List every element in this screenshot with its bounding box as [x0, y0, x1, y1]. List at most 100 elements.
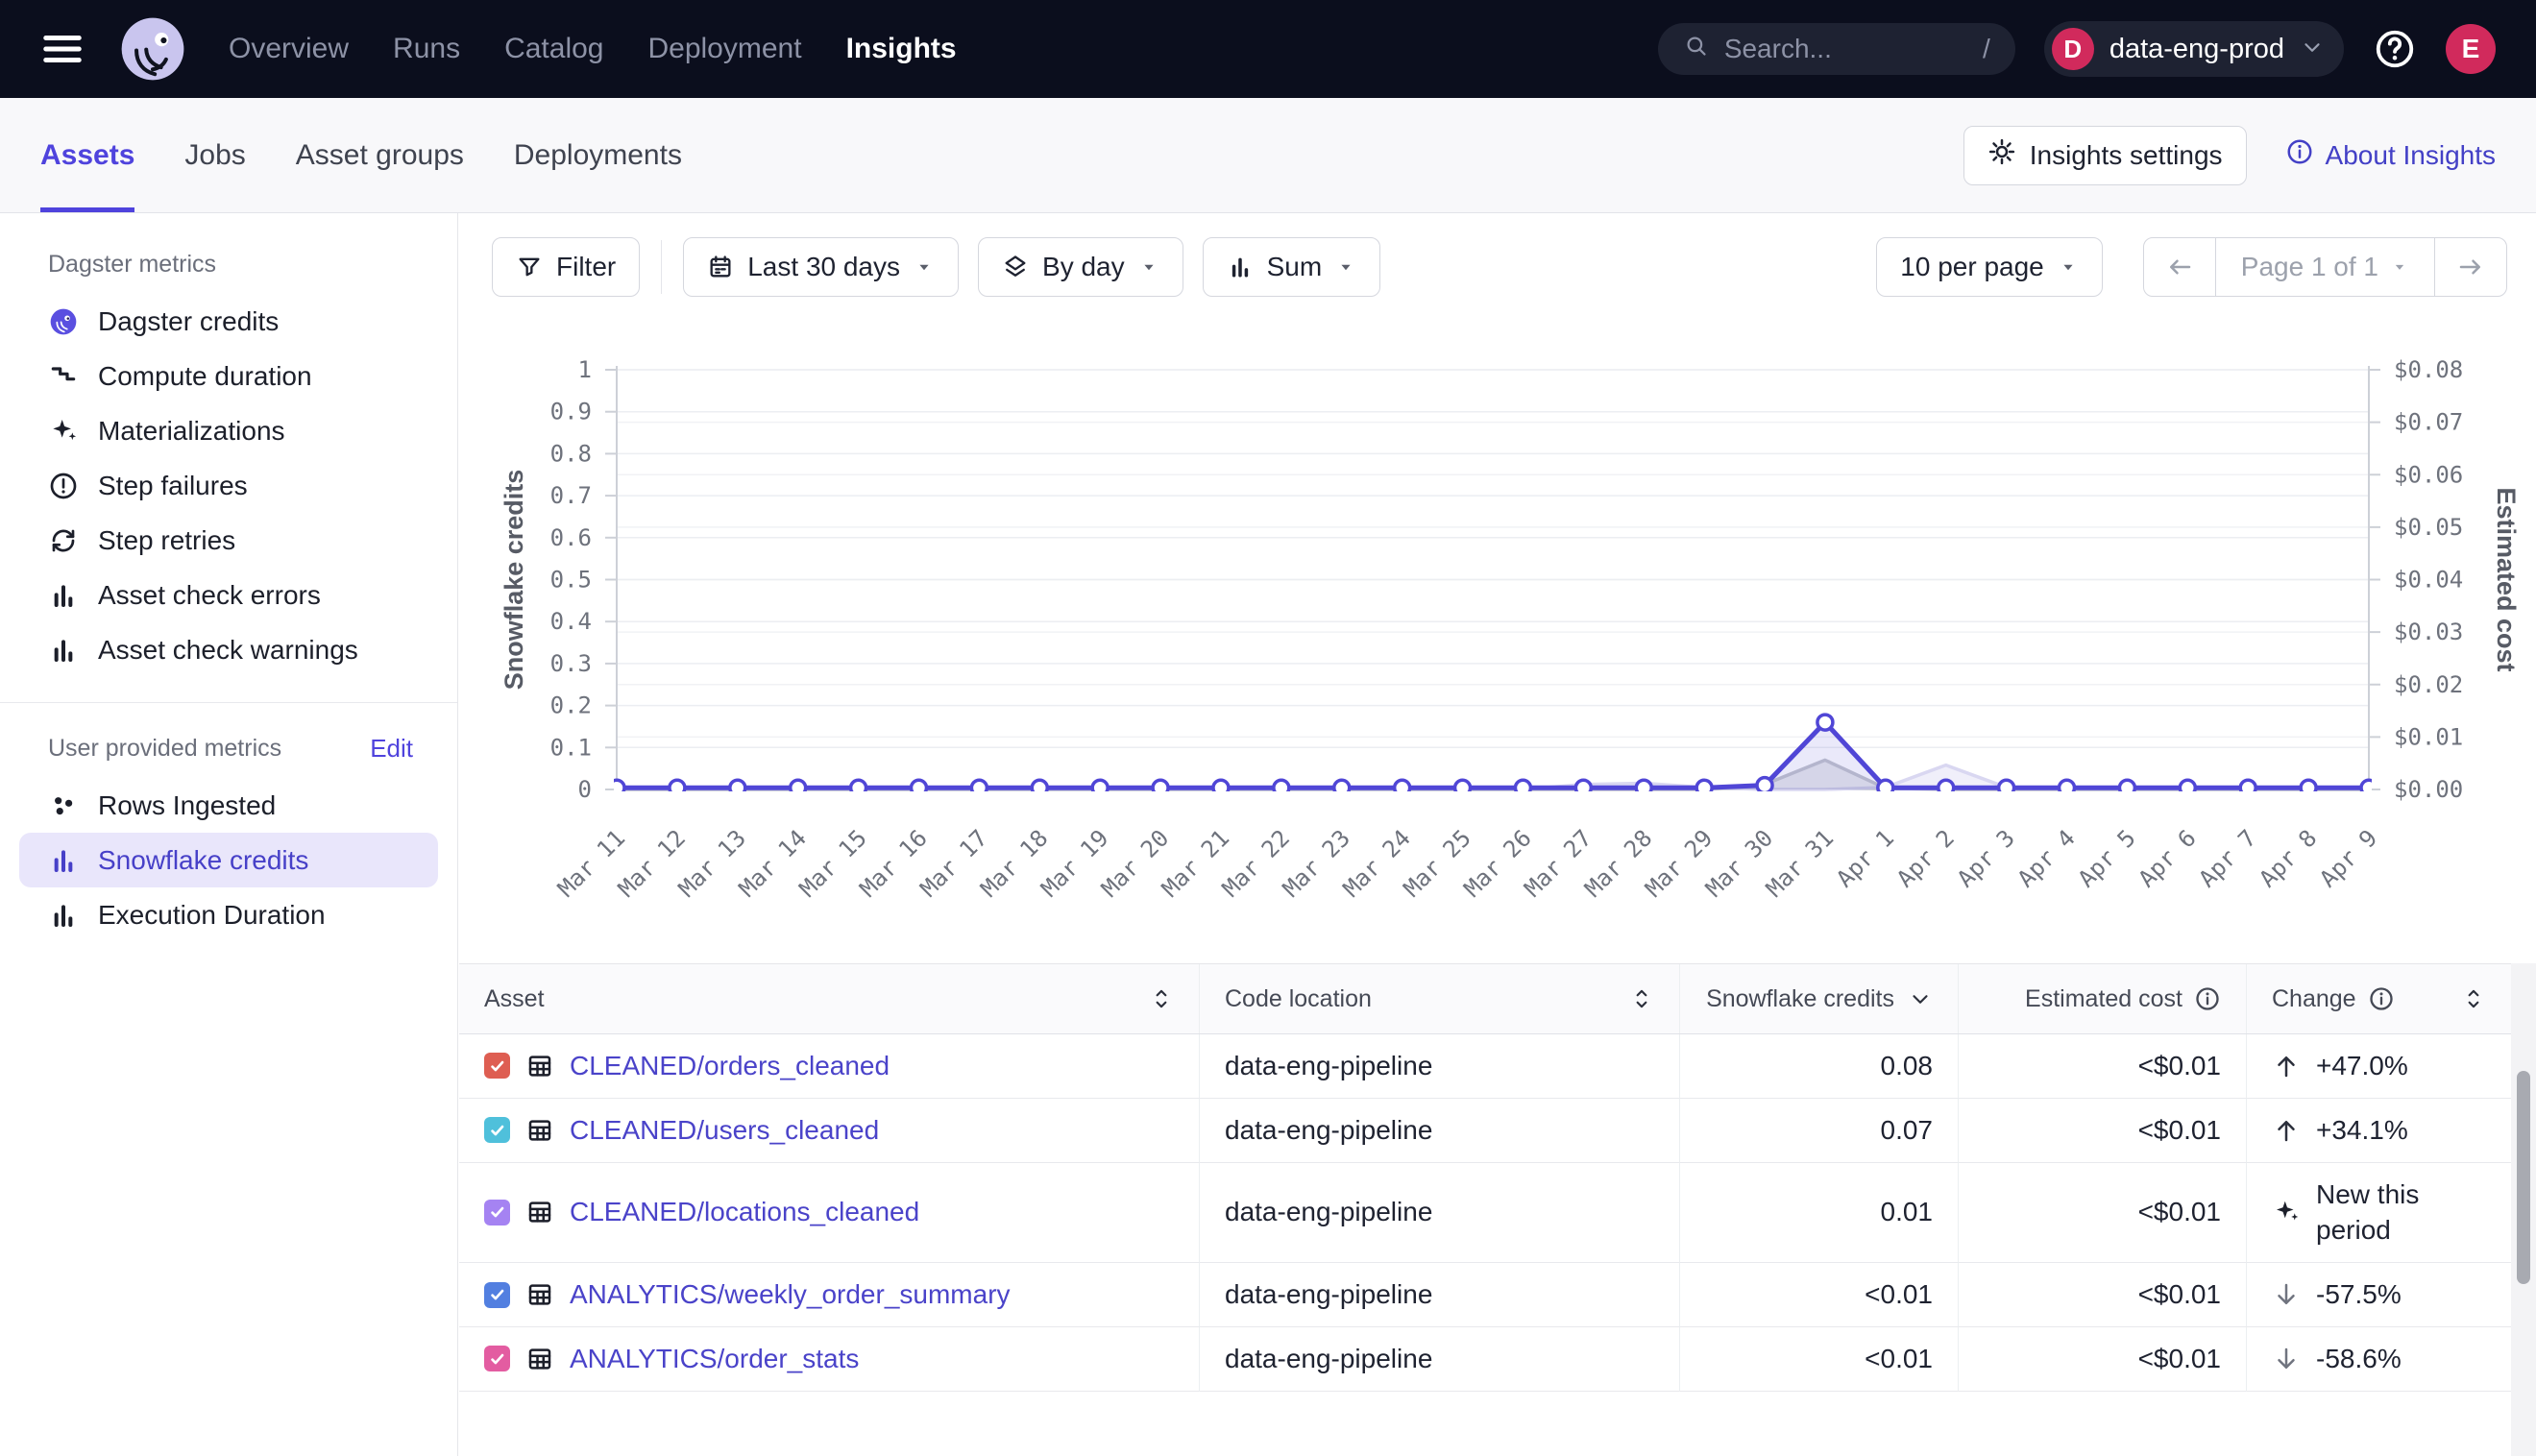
svg-text:Estimated cost: Estimated cost: [2492, 487, 2521, 671]
nav-item-overview[interactable]: Overview: [229, 33, 349, 65]
edit-metrics-link[interactable]: Edit: [370, 734, 413, 764]
svg-text:0.8: 0.8: [550, 440, 592, 467]
column-header-snowflake-credits[interactable]: Snowflake credits: [1679, 964, 1958, 1033]
column-header-code-location[interactable]: Code location: [1199, 964, 1679, 1033]
code-location-cell: data-eng-pipeline: [1199, 1034, 1679, 1099]
column-header-change[interactable]: Change: [2246, 964, 2511, 1033]
caret-down-icon: [1138, 256, 1159, 278]
next-page-button[interactable]: [2435, 238, 2506, 296]
help-button[interactable]: [2373, 27, 2417, 71]
prev-page-button[interactable]: [2144, 238, 2215, 296]
change-value: -58.6%: [2316, 1341, 2402, 1377]
svg-text:$0.08: $0.08: [2394, 356, 2463, 383]
svg-text:Mar 16: Mar 16: [855, 824, 933, 902]
nav-item-insights[interactable]: Insights: [846, 33, 957, 65]
svg-text:Apr 6: Apr 6: [2134, 824, 2202, 892]
tab-deployments[interactable]: Deployments: [514, 98, 682, 212]
svg-text:Mar 30: Mar 30: [1700, 824, 1778, 902]
table-grid-icon: [525, 1052, 554, 1080]
tab-actions: Insights settings About Insights: [1963, 126, 2496, 185]
sidebar-item-label: Rows Ingested: [98, 790, 276, 821]
sidebar-item-asset-check-warnings[interactable]: Asset check warnings: [19, 622, 438, 677]
bars-icon: [48, 635, 79, 666]
sidebar-section-title: Dagster metrics: [48, 251, 216, 279]
bars-icon: [48, 845, 79, 876]
check-icon: [488, 1349, 507, 1369]
check-icon: [488, 1202, 507, 1222]
granularity-button[interactable]: By day: [978, 237, 1183, 297]
tab-assets[interactable]: Assets: [40, 98, 134, 212]
date-range-button[interactable]: Last 30 days: [683, 237, 959, 297]
caret-down-icon: [914, 256, 935, 278]
sidebar-item-compute-duration[interactable]: Compute duration: [19, 349, 438, 403]
sidebar-item-label: Execution Duration: [98, 900, 326, 931]
column-header-estimated-cost[interactable]: Estimated cost: [1958, 964, 2246, 1033]
svg-text:$0.04: $0.04: [2394, 567, 2463, 594]
nav-item-catalog[interactable]: Catalog: [504, 33, 603, 65]
sidebar-item-step-retries[interactable]: Step retries: [19, 513, 438, 568]
svg-text:Mar 24: Mar 24: [1338, 824, 1416, 902]
page-indicator[interactable]: Page 1 of 1: [2215, 238, 2435, 296]
row-checkbox[interactable]: [484, 1346, 510, 1371]
search-placeholder: Search...: [1724, 34, 1832, 64]
per-page-button[interactable]: 10 per page: [1876, 237, 2102, 297]
asset-link[interactable]: CLEANED/locations_cleaned: [570, 1197, 919, 1227]
svg-text:Mar 18: Mar 18: [975, 824, 1053, 902]
sidebar-item-asset-check-errors[interactable]: Asset check errors: [19, 568, 438, 622]
sidebar-section-title: User provided metrics: [48, 735, 281, 763]
pagination-controls: 10 per page Page 1 of 1: [1876, 237, 2507, 297]
check-icon: [488, 1121, 507, 1140]
about-insights-link[interactable]: About Insights: [2285, 137, 2496, 173]
sidebar-item-step-failures[interactable]: Step failures: [19, 458, 438, 513]
caret-down-icon: [1335, 256, 1356, 278]
table-scrollbar-track[interactable]: [2511, 963, 2536, 1456]
row-checkbox[interactable]: [484, 1117, 510, 1143]
assets-table: AssetCode locationSnowflake creditsEstim…: [459, 963, 2511, 1392]
menu-button[interactable]: [40, 27, 85, 71]
dagster-logo[interactable]: [117, 13, 188, 85]
estimated-cost-cell: <$0.01: [1958, 1099, 2246, 1163]
credits-cell: 0.01: [1679, 1163, 1958, 1264]
sidebar-item-rows-ingested[interactable]: Rows Ingested: [19, 778, 438, 833]
octopus-icon: [48, 306, 79, 337]
aggregation-button[interactable]: Sum: [1203, 237, 1381, 297]
code-location-cell: data-eng-pipeline: [1199, 1263, 1679, 1327]
row-checkbox[interactable]: [484, 1282, 510, 1308]
user-avatar[interactable]: E: [2446, 24, 2496, 74]
sidebar-item-materializations[interactable]: Materializations: [19, 403, 438, 458]
sidebar-divider: [0, 702, 457, 703]
asset-link[interactable]: CLEANED/orders_cleaned: [570, 1051, 890, 1081]
nav-item-runs[interactable]: Runs: [393, 33, 460, 65]
sidebar-item-label: Dagster credits: [98, 306, 279, 337]
code-location-value: data-eng-pipeline: [1225, 1279, 1432, 1310]
deployment-switcher[interactable]: D data-eng-prod: [2044, 21, 2344, 77]
asset-link[interactable]: CLEANED/users_cleaned: [570, 1115, 879, 1146]
gear-icon-wrap: [1987, 137, 2016, 173]
search-input[interactable]: Search... /: [1658, 23, 2015, 75]
asset-link[interactable]: ANALYTICS/order_stats: [570, 1344, 859, 1374]
asset-link[interactable]: ANALYTICS/weekly_order_summary: [570, 1279, 1011, 1310]
table-scrollbar-thumb[interactable]: [2517, 1071, 2530, 1284]
row-checkbox[interactable]: [484, 1200, 510, 1225]
column-header-asset[interactable]: Asset: [459, 964, 1199, 1033]
svg-text:Mar 25: Mar 25: [1399, 824, 1476, 902]
octopus-logo-icon: [117, 13, 188, 85]
sidebar-item-snowflake-credits[interactable]: Snowflake credits: [19, 833, 438, 887]
svg-text:Mar 23: Mar 23: [1278, 824, 1355, 902]
sidebar-section-header: User provided metrics Edit: [0, 726, 457, 770]
insights-settings-button[interactable]: Insights settings: [1963, 126, 2247, 185]
svg-text:0.4: 0.4: [550, 608, 592, 635]
sort-icon: [1149, 986, 1174, 1011]
tab-asset-groups[interactable]: Asset groups: [296, 98, 464, 212]
tab-jobs[interactable]: Jobs: [184, 98, 245, 212]
nav-item-deployment[interactable]: Deployment: [647, 33, 801, 65]
row-checkbox[interactable]: [484, 1053, 510, 1079]
chevron-down-icon: [2300, 35, 2325, 60]
sidebar-item-dagster-credits[interactable]: Dagster credits: [19, 294, 438, 349]
credits-cell: 0.08: [1679, 1034, 1958, 1099]
sparkles-icon: [2272, 1198, 2301, 1226]
sidebar-item-execution-duration[interactable]: Execution Duration: [19, 887, 438, 942]
table-grid-icon: [525, 1198, 554, 1226]
filter-button[interactable]: Filter: [492, 237, 640, 297]
bars-icon: [48, 900, 79, 931]
